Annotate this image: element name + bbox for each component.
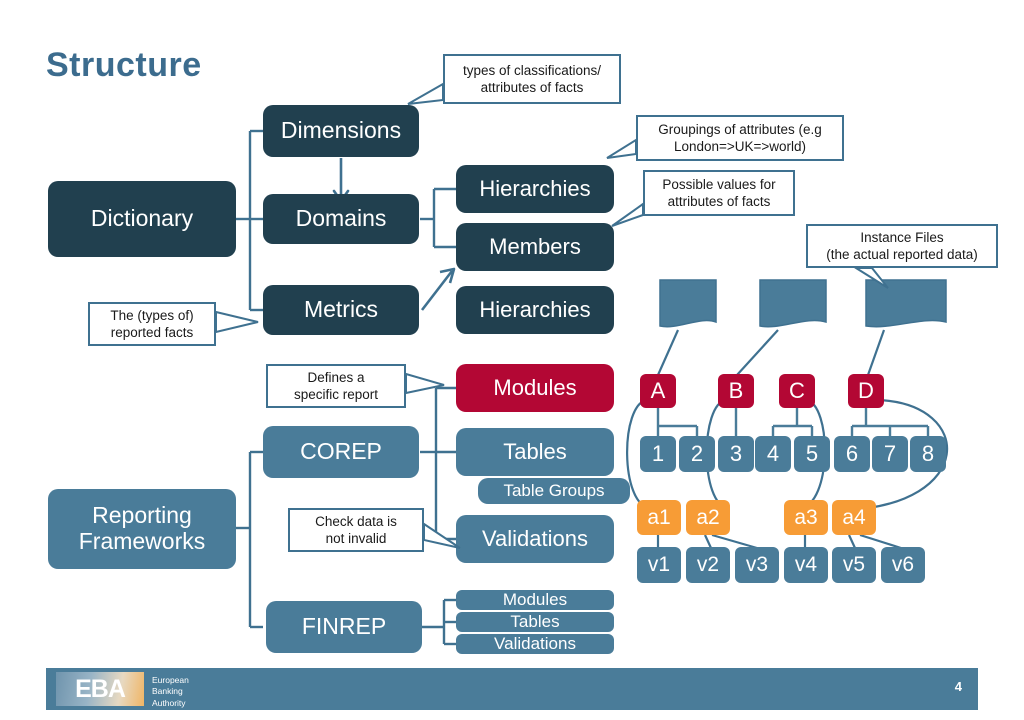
instance-validation-v1[interactable]: v1	[637, 547, 681, 583]
instance-table-2[interactable]: 2	[679, 436, 715, 472]
node-finrep-tables[interactable]: Tables	[456, 612, 614, 632]
node-hierarchies-domains[interactable]: Hierarchies	[456, 165, 614, 213]
instance-validation-v2[interactable]: v2	[686, 547, 730, 583]
instance-table-7[interactable]: 7	[872, 436, 908, 472]
node-tables[interactable]: Tables	[456, 428, 614, 476]
node-reporting-frameworks[interactable]: Reporting Frameworks	[48, 489, 236, 569]
node-finrep-validations[interactable]: Validations	[456, 634, 614, 654]
instance-table-group-a1[interactable]: a1	[637, 500, 681, 535]
node-finrep[interactable]: FINREP	[266, 601, 422, 653]
node-metrics[interactable]: Metrics	[263, 285, 419, 335]
instance-table-3[interactable]: 3	[718, 436, 754, 472]
instance-table-group-a3[interactable]: a3	[784, 500, 828, 535]
instance-files-callout: Instance Files (the actual reported data…	[806, 224, 998, 268]
instance-table-group-a4[interactable]: a4	[832, 500, 876, 535]
node-corep[interactable]: COREP	[263, 426, 419, 478]
modules-callout: Defines a specific report	[266, 364, 406, 408]
node-domains[interactable]: Domains	[263, 194, 419, 244]
instance-module-b[interactable]: B	[718, 374, 754, 408]
instance-module-d[interactable]: D	[848, 374, 884, 408]
instance-table-4[interactable]: 4	[755, 436, 791, 472]
node-members[interactable]: Members	[456, 223, 614, 271]
instance-table-group-a2[interactable]: a2	[686, 500, 730, 535]
members-callout: Possible values for attributes of facts	[643, 170, 795, 216]
instance-validation-v4[interactable]: v4	[784, 547, 828, 583]
instance-module-a[interactable]: A	[640, 374, 676, 408]
node-hierarchies-metrics[interactable]: Hierarchies	[456, 286, 614, 334]
instance-table-8[interactable]: 8	[910, 436, 946, 472]
instance-module-c[interactable]: C	[779, 374, 815, 408]
eba-logo-text: EBA	[75, 674, 126, 703]
page-number: 4	[954, 679, 962, 694]
node-validations[interactable]: Validations	[456, 515, 614, 563]
footer-bar: EBA European Banking Authority 4	[46, 668, 978, 710]
eba-logo: EBA	[56, 672, 144, 706]
instance-table-1[interactable]: 1	[640, 436, 676, 472]
node-dictionary[interactable]: Dictionary	[48, 181, 236, 257]
validations-callout: Check data is not invalid	[288, 508, 424, 552]
slide-canvas: Structure Dictionary Dimensions Domains …	[0, 0, 1024, 720]
node-dimensions[interactable]: Dimensions	[263, 105, 419, 157]
eba-subtitle: European Banking Authority	[152, 675, 189, 708]
instance-validation-v3[interactable]: v3	[735, 547, 779, 583]
hierarchies-callout: Groupings of attributes (e.g London=>UK=…	[636, 115, 844, 161]
node-modules[interactable]: Modules	[456, 364, 614, 412]
instance-table-5[interactable]: 5	[794, 436, 830, 472]
instance-validation-v6[interactable]: v6	[881, 547, 925, 583]
dimensions-callout: types of classifications/ attributes of …	[443, 54, 621, 104]
instance-table-6[interactable]: 6	[834, 436, 870, 472]
page-title: Structure	[46, 46, 202, 84]
instance-validation-v5[interactable]: v5	[832, 547, 876, 583]
metrics-callout: The (types of) reported facts	[88, 302, 216, 346]
node-finrep-modules[interactable]: Modules	[456, 590, 614, 610]
node-table-groups[interactable]: Table Groups	[478, 478, 630, 504]
